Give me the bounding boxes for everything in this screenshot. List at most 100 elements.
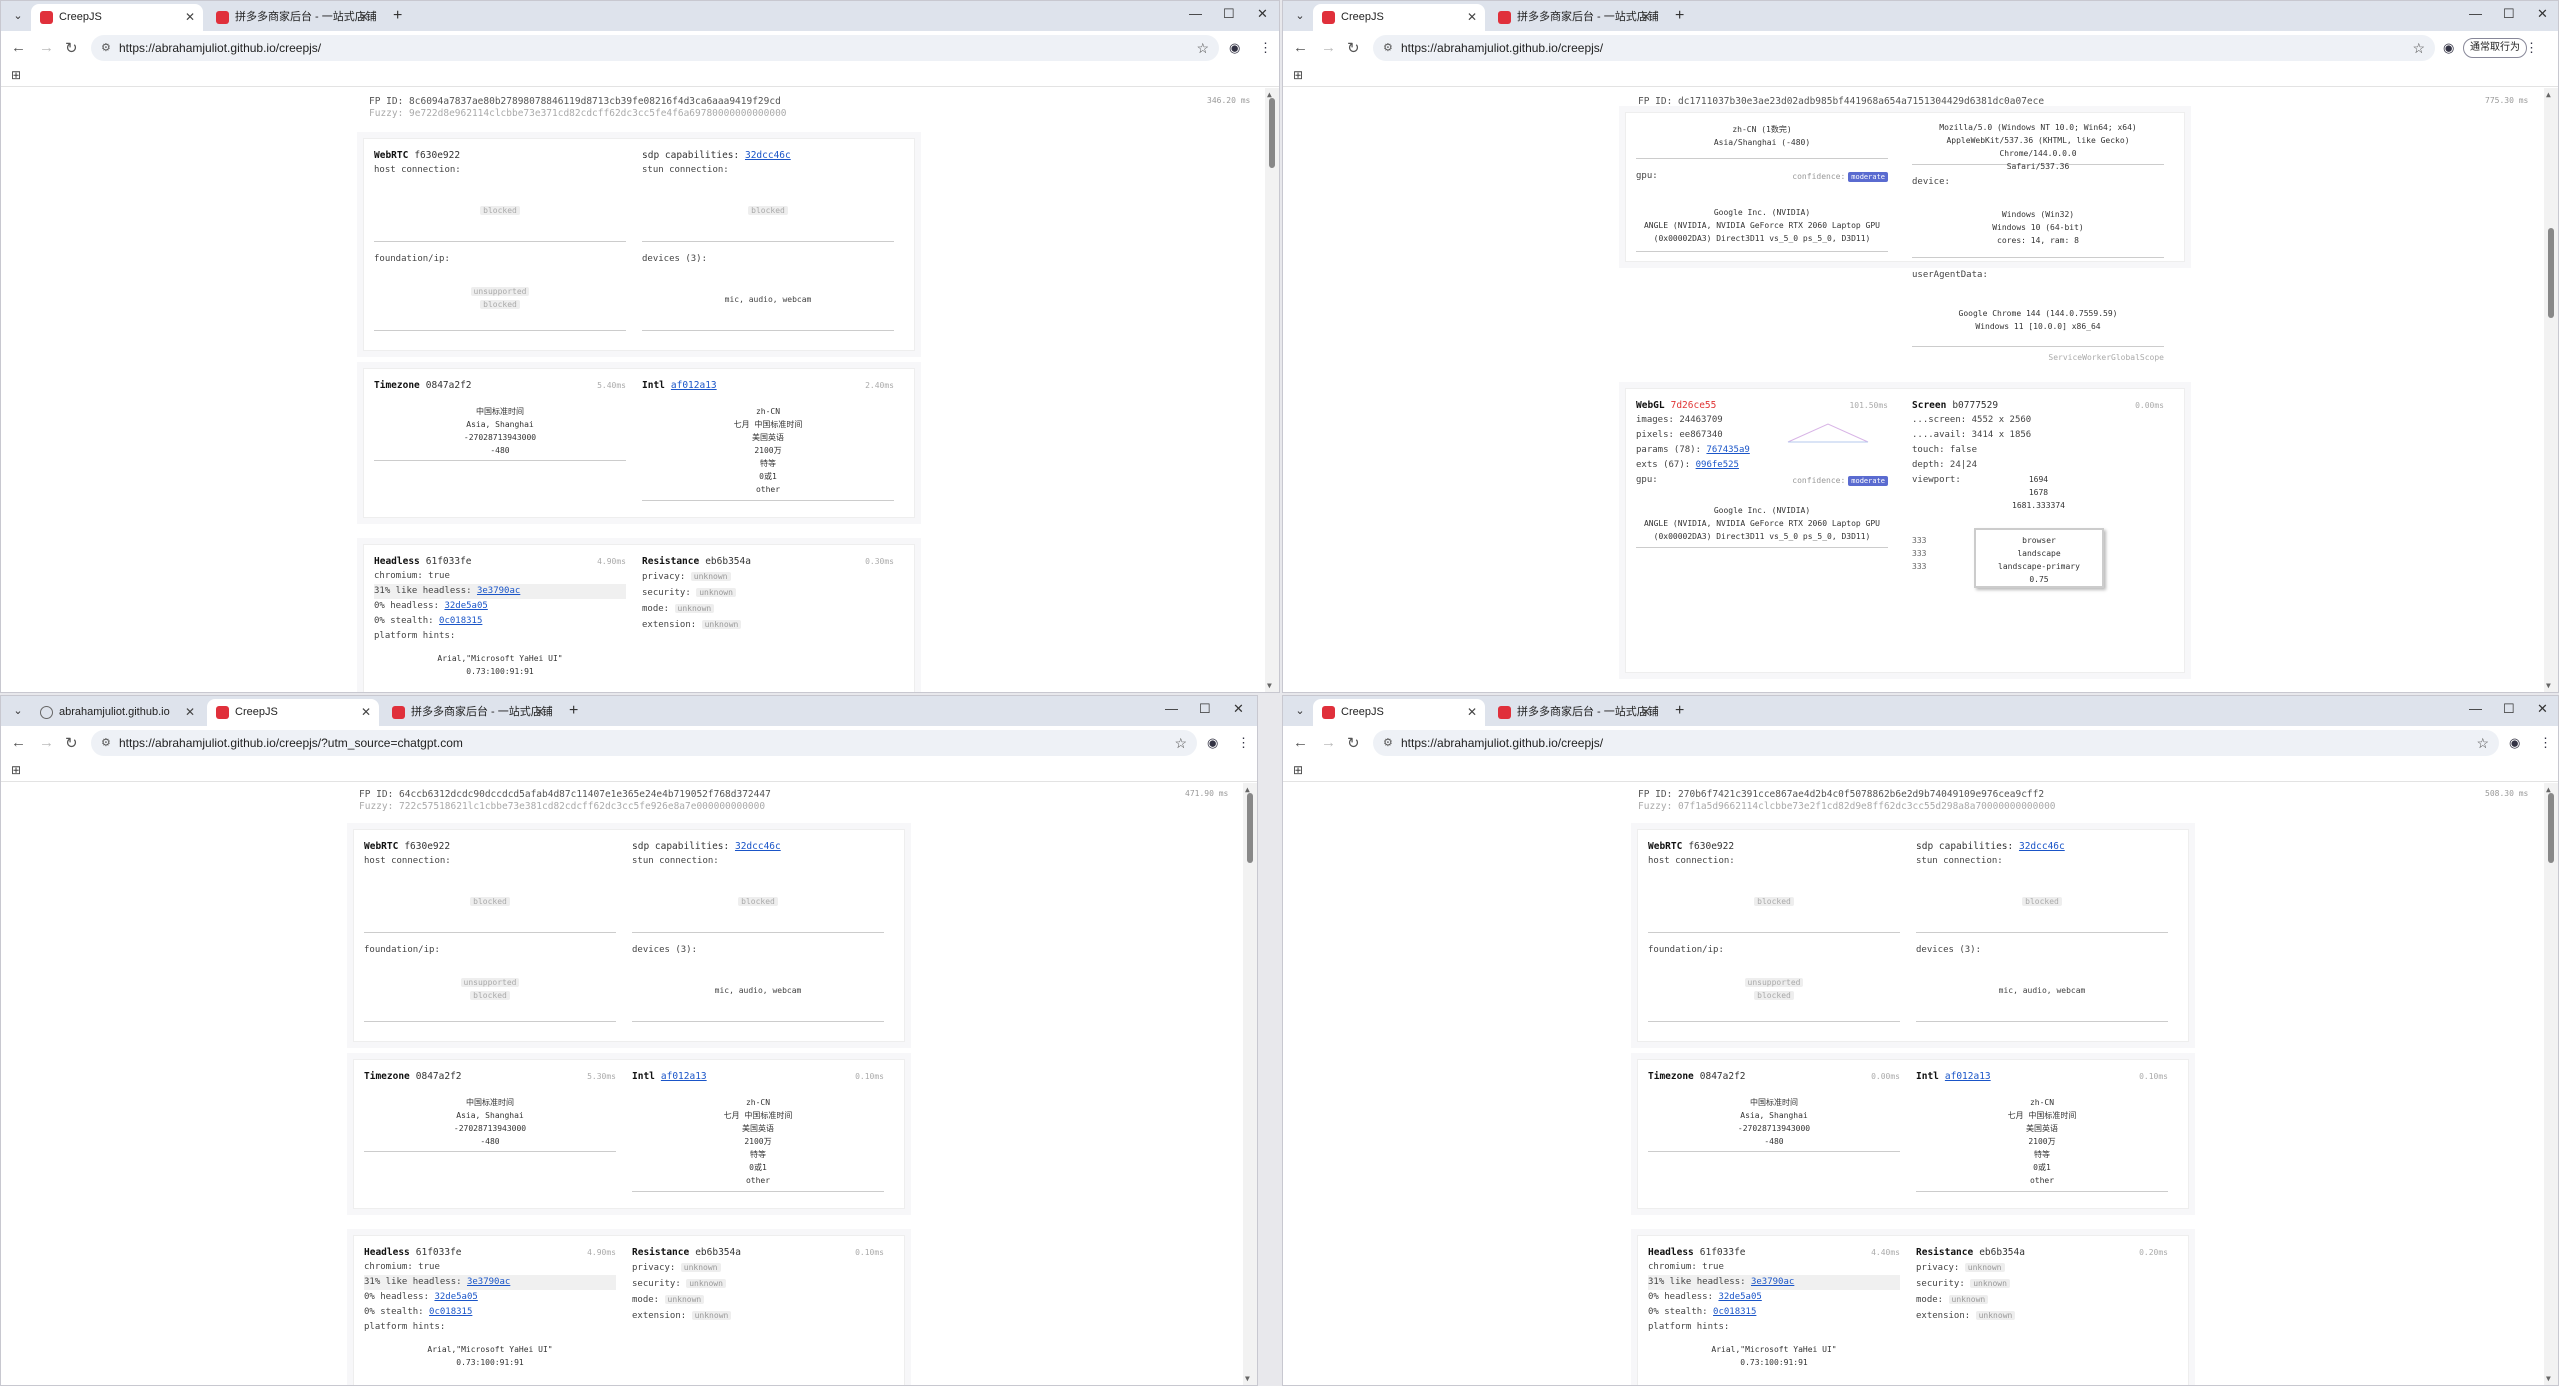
menu-icon[interactable]: ⋮ <box>2539 735 2552 751</box>
like-headless-link[interactable]: 3e3790ac <box>477 586 520 596</box>
intl-hash-link[interactable]: af012a13 <box>661 1071 707 1082</box>
tab-search-icon[interactable]: ⌄ <box>9 703 27 719</box>
sdp-hash-link[interactable]: 32dcc46c <box>745 150 791 161</box>
maximize-button[interactable]: ☐ <box>1223 6 1235 22</box>
new-tab-button[interactable]: + <box>1675 7 1684 25</box>
forward-icon[interactable]: → <box>1321 734 1336 751</box>
scroll-down-icon[interactable]: ▼ <box>1245 1374 1250 1383</box>
tab-creepjs[interactable]: CreepJS ✕ <box>1313 4 1485 31</box>
new-tab-button[interactable]: + <box>569 702 578 720</box>
stealth-link[interactable]: 0c018315 <box>429 1307 472 1317</box>
headless-link[interactable]: 32de5a05 <box>444 601 487 611</box>
scroll-thumb[interactable] <box>2548 793 2554 863</box>
address-bar[interactable]: ⚙ https://abrahamjuliot.github.io/creepjs… <box>1373 730 2499 756</box>
stealth-link[interactable]: 0c018315 <box>1713 1307 1756 1317</box>
bookmark-star-icon[interactable]: ☆ <box>2412 35 2425 61</box>
tab-abrahamjuliot[interactable]: abrahamjuliot.github.io ✕ <box>31 699 203 726</box>
scroll-up-icon[interactable]: ▲ <box>2546 90 2551 99</box>
scroll-thumb[interactable] <box>1247 793 1253 863</box>
tab-creepjs[interactable]: CreepJS ✕ <box>207 699 379 726</box>
close-tab-icon[interactable]: ✕ <box>1467 699 1477 726</box>
maximize-button[interactable]: ☐ <box>1199 701 1211 717</box>
forward-icon[interactable]: → <box>1321 39 1336 56</box>
profile-icon[interactable]: ◉ <box>1229 40 1240 56</box>
menu-icon[interactable]: ⋮ <box>2525 40 2538 56</box>
close-window-button[interactable]: ✕ <box>1233 701 1244 717</box>
address-bar[interactable]: ⚙ https://abrahamjuliot.github.io/creepjs… <box>1373 35 2435 61</box>
close-tab-icon[interactable]: ✕ <box>361 699 371 726</box>
close-tab-icon[interactable]: ✕ <box>1641 699 1651 726</box>
scroll-thumb[interactable] <box>1269 98 1275 168</box>
close-tab-icon[interactable]: ✕ <box>535 699 545 726</box>
headless-link[interactable]: 32de5a05 <box>434 1292 477 1302</box>
intl-hash-link[interactable]: af012a13 <box>1945 1071 1991 1082</box>
site-info-icon[interactable]: ⚙ <box>101 730 111 756</box>
new-tab-button[interactable]: + <box>393 7 402 25</box>
new-tab-button[interactable]: + <box>1675 702 1684 720</box>
tab-search-icon[interactable]: ⌄ <box>1291 703 1309 719</box>
close-tab-icon[interactable]: ✕ <box>359 4 369 31</box>
site-info-icon[interactable]: ⚙ <box>1383 730 1393 756</box>
apps-grid-icon[interactable]: ⊞ <box>11 68 21 82</box>
apps-grid-icon[interactable]: ⊞ <box>1293 68 1303 82</box>
maximize-button[interactable]: ☐ <box>2503 701 2515 717</box>
close-tab-icon[interactable]: ✕ <box>185 699 195 726</box>
page-scrollbar[interactable]: ▲ ▼ <box>2544 88 2558 692</box>
menu-icon[interactable]: ⋮ <box>1237 735 1250 751</box>
reload-icon[interactable]: ↻ <box>1347 734 1360 752</box>
address-bar[interactable]: ⚙ https://abrahamjuliot.github.io/creepjs… <box>91 35 1219 61</box>
params-link[interactable]: 767435a9 <box>1706 445 1749 455</box>
like-headless-link[interactable]: 3e3790ac <box>1751 1277 1794 1287</box>
bookmark-star-icon[interactable]: ☆ <box>2476 730 2489 756</box>
page-scrollbar[interactable]: ▲ ▼ <box>2544 783 2558 1385</box>
headless-link[interactable]: 32de5a05 <box>1718 1292 1761 1302</box>
site-info-icon[interactable]: ⚙ <box>101 35 111 61</box>
tab-pinduoduo[interactable]: 拼多多商家后台 - 一站式店铺管 ✕ <box>207 4 377 31</box>
close-tab-icon[interactable]: ✕ <box>185 4 195 31</box>
relaunch-button[interactable]: 通常取行为 <box>2463 38 2527 58</box>
close-window-button[interactable]: ✕ <box>1257 6 1268 22</box>
scroll-down-icon[interactable]: ▼ <box>2546 681 2551 690</box>
like-headless-link[interactable]: 3e3790ac <box>467 1277 510 1287</box>
tab-pinduoduo[interactable]: 拼多多商家后台 - 一站式店铺管 ✕ <box>1489 4 1659 31</box>
tab-search-icon[interactable]: ⌄ <box>1291 8 1309 24</box>
menu-icon[interactable]: ⋮ <box>1259 40 1272 56</box>
forward-icon[interactable]: → <box>39 39 54 56</box>
tab-pinduoduo[interactable]: 拼多多商家后台 - 一站式店铺管 ✕ <box>383 699 553 726</box>
tab-search-icon[interactable]: ⌄ <box>9 8 27 24</box>
close-tab-icon[interactable]: ✕ <box>1641 4 1651 31</box>
profile-icon[interactable]: ◉ <box>2443 40 2454 56</box>
apps-grid-icon[interactable]: ⊞ <box>11 763 21 777</box>
intl-hash-link[interactable]: af012a13 <box>671 380 717 391</box>
close-window-button[interactable]: ✕ <box>2537 701 2548 717</box>
reload-icon[interactable]: ↻ <box>65 39 78 57</box>
scroll-down-icon[interactable]: ▼ <box>1267 681 1272 690</box>
back-icon[interactable]: ← <box>1293 39 1308 56</box>
back-icon[interactable]: ← <box>11 734 26 751</box>
reload-icon[interactable]: ↻ <box>1347 39 1360 57</box>
maximize-button[interactable]: ☐ <box>2503 6 2515 22</box>
minimize-button[interactable]: — <box>2469 701 2482 716</box>
tab-pinduoduo[interactable]: 拼多多商家后台 - 一站式店铺管 ✕ <box>1489 699 1659 726</box>
reload-icon[interactable]: ↻ <box>65 734 78 752</box>
scroll-down-icon[interactable]: ▼ <box>2546 1374 2551 1383</box>
stealth-link[interactable]: 0c018315 <box>439 616 482 626</box>
forward-icon[interactable]: → <box>39 734 54 751</box>
profile-icon[interactable]: ◉ <box>2509 735 2520 751</box>
page-scrollbar[interactable]: ▲ ▼ <box>1243 783 1257 1385</box>
bookmark-star-icon[interactable]: ☆ <box>1196 35 1209 61</box>
minimize-button[interactable]: — <box>2469 6 2482 21</box>
bookmark-star-icon[interactable]: ☆ <box>1174 730 1187 756</box>
minimize-button[interactable]: — <box>1165 701 1178 716</box>
exts-link[interactable]: 096fe525 <box>1696 460 1739 470</box>
apps-grid-icon[interactable]: ⊞ <box>1293 763 1303 777</box>
back-icon[interactable]: ← <box>11 39 26 56</box>
scroll-thumb[interactable] <box>2548 228 2554 318</box>
minimize-button[interactable]: — <box>1189 6 1202 21</box>
page-scrollbar[interactable]: ▲ ▼ <box>1265 88 1279 692</box>
close-tab-icon[interactable]: ✕ <box>1467 4 1477 31</box>
profile-icon[interactable]: ◉ <box>1207 735 1218 751</box>
sdp-hash-link[interactable]: 32dcc46c <box>2019 841 2065 852</box>
sdp-hash-link[interactable]: 32dcc46c <box>735 841 781 852</box>
site-info-icon[interactable]: ⚙ <box>1383 35 1393 61</box>
